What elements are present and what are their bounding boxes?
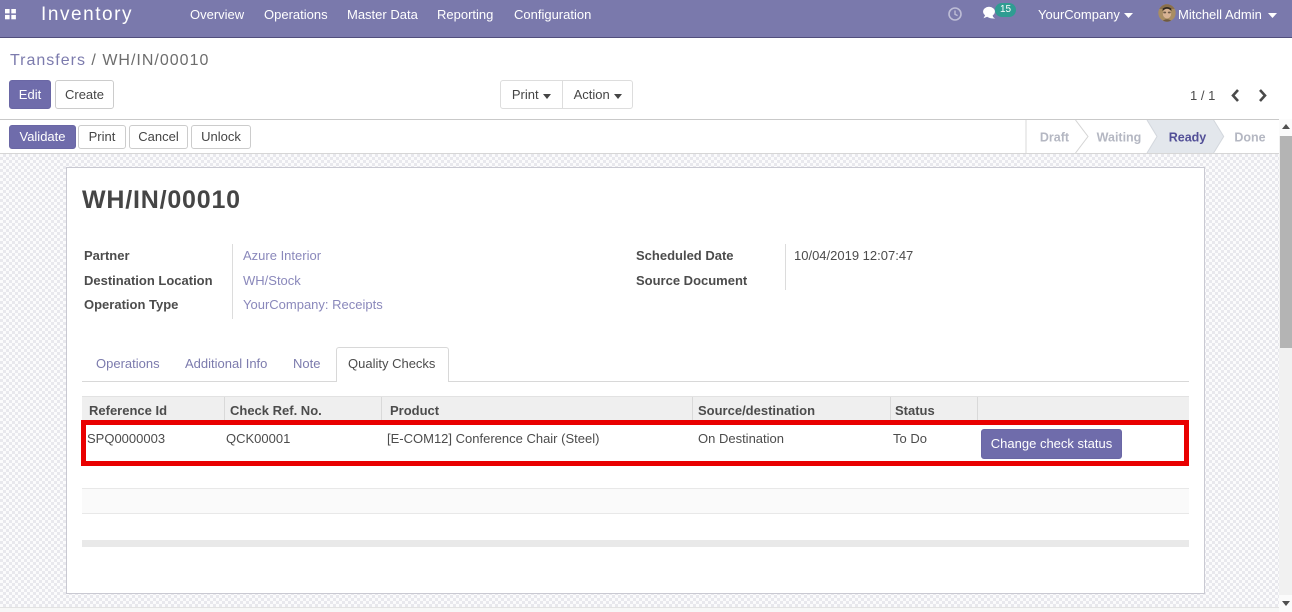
svg-text:Waiting: Waiting [1097, 131, 1142, 145]
svg-text:Draft: Draft [1040, 131, 1070, 145]
svg-text:Done: Done [1234, 131, 1265, 145]
svg-text:Ready: Ready [1169, 131, 1207, 145]
